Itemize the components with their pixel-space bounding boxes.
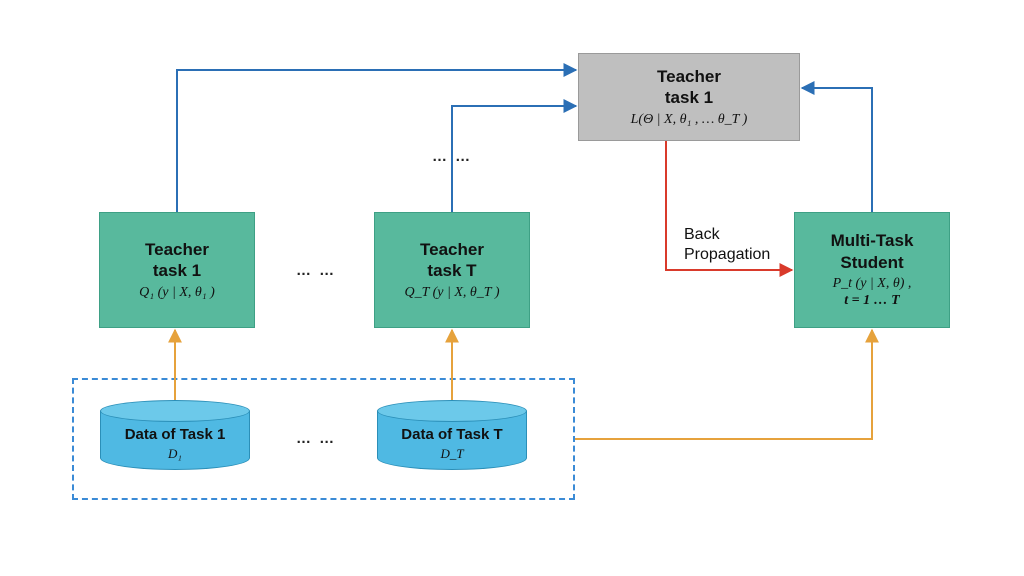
- student-formula-1: P_t (y | X, θ) ,: [833, 275, 912, 293]
- arrow-teacher1-to-loss: [177, 70, 576, 212]
- teacher-1-title-1: Teacher: [145, 239, 209, 260]
- loss-formula: L(Θ | X, θ₁ , … θ_T ): [631, 111, 748, 129]
- arrow-data-to-student: [575, 330, 872, 439]
- teacher-1-box: Teacher task 1 Q₁ (y | X, θ₁ ): [99, 212, 255, 328]
- loss-title-1: Teacher: [657, 66, 721, 87]
- teacher-1-title-2: task 1: [153, 260, 201, 281]
- student-title-1: Multi-Task: [831, 230, 914, 251]
- student-formula-2: t = 1 … T: [844, 292, 899, 310]
- backprop-line-1: Back: [684, 225, 770, 245]
- student-title-2: Student: [840, 252, 903, 273]
- backprop-label: Back Propagation: [684, 225, 770, 265]
- teacher-T-title-1: Teacher: [420, 239, 484, 260]
- teacher-T-box: Teacher task T Q_T (y | X, θ_T ): [374, 212, 530, 328]
- data-T-cylinder: Data of Task T D_T: [377, 400, 527, 470]
- backprop-line-2: Propagation: [684, 245, 770, 265]
- data-T-sub: D_T: [377, 446, 527, 462]
- teacher-T-formula: Q_T (y | X, θ_T ): [405, 284, 500, 302]
- teacher-1-formula: Q₁ (y | X, θ₁ ): [139, 284, 215, 302]
- dots-mid: … …: [296, 262, 336, 279]
- data-1-cylinder: Data of Task 1 D₁: [100, 400, 250, 470]
- student-box: Multi-Task Student P_t (y | X, θ) , t = …: [794, 212, 950, 328]
- data-1-label: Data of Task 1: [100, 426, 250, 443]
- arrow-student-to-loss: [802, 88, 872, 212]
- loss-box: Teacher task 1 L(Θ | X, θ₁ , … θ_T ): [578, 53, 800, 141]
- data-T-label: Data of Task T: [377, 426, 527, 443]
- dots-top: … …: [432, 148, 472, 165]
- data-1-sub: D₁: [100, 446, 250, 462]
- dots-bottom: … …: [296, 430, 336, 447]
- teacher-T-title-2: task T: [427, 260, 476, 281]
- loss-title-2: task 1: [665, 87, 713, 108]
